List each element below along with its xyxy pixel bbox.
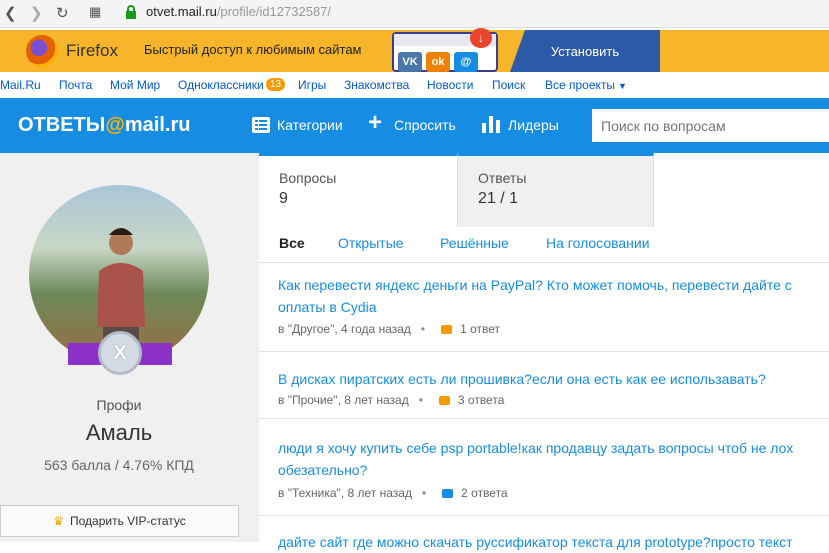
leaders-icon[interactable]: [482, 116, 500, 133]
firefox-logo-icon: [26, 35, 58, 67]
chevron-down-icon[interactable]: ▼: [618, 81, 627, 91]
question-item: люди я хочу купить себе psp portable!как…: [259, 420, 829, 516]
question-title[interactable]: Как перевести яндекс деньги на PayPal? К…: [278, 274, 829, 318]
install-button[interactable]: Установить: [510, 30, 660, 72]
filter-voting[interactable]: На голосовании: [546, 235, 650, 251]
question-title-line: Как перевести яндекс деньги на PayPal? К…: [278, 277, 792, 293]
url-path: /profile/id12732587/: [216, 4, 332, 19]
question-category-time: в "Прочие", 8 лет назад: [278, 393, 409, 407]
tab-questions[interactable]: Вопросы 9: [259, 153, 457, 227]
question-title-line: обезательно?: [278, 462, 368, 478]
portal-item-moy-mir[interactable]: Мой Мир: [110, 78, 160, 92]
profile-name: Амаль: [85, 420, 153, 445]
portal-item-all-projects[interactable]: Все проекты: [545, 78, 615, 92]
tab-answers[interactable]: Ответы 21 / 1: [457, 153, 654, 227]
firefox-brand: Firefox: [66, 41, 118, 60]
plus-icon[interactable]: +: [368, 109, 382, 137]
back-icon[interactable]: ❮: [4, 4, 17, 22]
vk-icon: VK: [398, 52, 422, 72]
gift-vip-label: Подарить VIP-статус: [69, 514, 186, 528]
address-bar[interactable]: otvet.mail.ru/profile/id12732587/: [146, 4, 331, 19]
question-title-line: люди я хочу купить себе psp portable!как…: [278, 440, 794, 456]
question-item: дайте сайт где можно скачать руссификато…: [259, 517, 829, 550]
filter-all[interactable]: Все: [279, 235, 305, 251]
filter-open[interactable]: Открытые: [338, 235, 404, 251]
portal-nav: Mail.Ru Почта Мой Мир Одноклассники 13 И…: [0, 72, 829, 98]
question-category-time: в "Другое", 4 года назад: [278, 322, 411, 336]
question-title-line: В дисках пиратских есть ли прошивка?если…: [278, 371, 766, 387]
tab-answers-label: Ответы: [478, 170, 527, 186]
separator-dot: •: [421, 486, 427, 500]
answer-bubble-icon: [441, 325, 453, 334]
logo-mailru: mail.ru: [124, 114, 191, 136]
separator-dot: •: [418, 393, 423, 407]
portal-item-mailru[interactable]: Mail.Ru: [0, 78, 41, 92]
logo-otvety: ОТВЕТЫ: [18, 114, 106, 136]
portal-item-znakomstva[interactable]: Знакомства: [344, 78, 409, 92]
separator-dot: •: [420, 322, 426, 336]
profile-panel: X Профи Амаль 563 балла / 4.76% КПД ♛ Под…: [0, 153, 259, 542]
url-host: otvet.mail.ru: [146, 4, 217, 19]
question-filters: Все Открытые Решённые На голосовании: [259, 227, 829, 263]
portal-item-igry[interactable]: Игры: [298, 78, 326, 92]
tab-questions-value: 9: [279, 190, 288, 207]
browser-window-illustration: VK ok @ ↓: [392, 28, 498, 72]
reload-icon[interactable]: ↻: [56, 4, 69, 22]
ok-icon: ok: [426, 52, 450, 72]
browser-toolbar: ❮ ❯ ↻ ▦ otvet.mail.ru/profile/id12732587…: [0, 0, 829, 28]
portal-item-pochta[interactable]: Почта: [59, 78, 92, 92]
site-logo[interactable]: ОТВЕТЫ@mail.ru: [18, 114, 190, 137]
list-icon[interactable]: [252, 117, 270, 133]
portal-item-novosti[interactable]: Новости: [427, 78, 473, 92]
odnoklassniki-badge: 13: [266, 78, 286, 91]
profile-rank: Профи: [96, 397, 142, 413]
gift-vip-button[interactable]: ♛ Подарить VIP-статус: [0, 505, 239, 537]
site-header: ОТВЕТЫ@mail.ru Категории + Спросить Лиде…: [0, 98, 829, 153]
answer-bubble-icon: [438, 396, 450, 405]
question-meta: в "Другое", 4 года назад • 1 ответ: [278, 322, 500, 336]
question-title[interactable]: люди я хочу купить себе psp portable!как…: [278, 437, 829, 481]
firefox-banner: Firefox Быстрый доступ к любимым сайтам …: [0, 28, 829, 72]
firefox-banner-text: Быстрый доступ к любимым сайтам: [144, 42, 362, 57]
crown-icon: ♛: [53, 514, 64, 528]
categories-button[interactable]: Категории: [277, 117, 343, 133]
logo-at: @: [105, 114, 125, 136]
rank-medal-icon: X: [98, 331, 142, 375]
ask-button[interactable]: Спросить: [394, 117, 456, 133]
question-item: В дисках пиратских есть ли прошивка?если…: [259, 353, 829, 419]
answer-bubble-icon: [442, 489, 454, 498]
filter-solved[interactable]: Решённые: [440, 235, 509, 251]
lock-icon: [126, 5, 136, 19]
portal-item-odnoklassniki[interactable]: Одноклассники: [178, 78, 264, 92]
question-item: Как перевести яндекс деньги на PayPal? К…: [259, 264, 829, 352]
profile-score: 563 балла / 4.76% КПД: [44, 457, 194, 473]
question-meta: в "Прочие", 8 лет назад • 3 ответа: [278, 393, 504, 407]
question-title-line: дайте сайт где можно скачать руссификато…: [278, 534, 793, 550]
portal-item-poisk[interactable]: Поиск: [492, 78, 525, 92]
stats-spacer: [655, 153, 829, 227]
answer-count[interactable]: 3 ответа: [458, 393, 504, 407]
forward-icon[interactable]: ❯: [30, 4, 43, 22]
tab-answers-value: 21 / 1: [478, 190, 519, 207]
question-meta: в "Техника", 8 лет назад • 2 ответа: [278, 486, 508, 500]
question-title[interactable]: дайте сайт где можно скачать руссификато…: [278, 531, 829, 553]
question-title[interactable]: В дисках пиратских есть ли прошивка?если…: [278, 368, 829, 390]
apps-icon[interactable]: ▦: [89, 4, 101, 20]
tab-questions-label: Вопросы: [279, 170, 337, 186]
search-input[interactable]: [592, 109, 829, 142]
download-icon: ↓: [470, 28, 492, 48]
answer-count[interactable]: 2 ответа: [461, 486, 507, 500]
question-category-time: в "Техника", 8 лет назад: [278, 486, 412, 500]
question-title-line: оплаты в Cydia: [278, 299, 377, 315]
mail-icon: @: [454, 52, 478, 72]
answer-count[interactable]: 1 ответ: [460, 322, 500, 336]
leaders-button[interactable]: Лидеры: [508, 117, 559, 133]
